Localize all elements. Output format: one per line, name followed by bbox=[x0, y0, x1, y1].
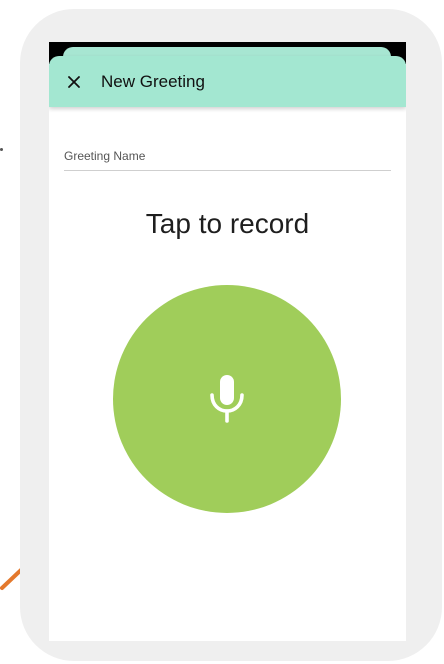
phone-screen: New Greeting Tap to record bbox=[49, 42, 406, 641]
close-icon[interactable] bbox=[49, 56, 99, 107]
greeting-name-input[interactable] bbox=[64, 142, 391, 171]
greeting-name-field bbox=[64, 142, 391, 172]
background-dot bbox=[0, 148, 3, 151]
page-title: New Greeting bbox=[101, 71, 205, 91]
microphone-icon bbox=[210, 375, 244, 423]
app-bar: New Greeting bbox=[49, 56, 406, 107]
record-prompt: Tap to record bbox=[145, 208, 310, 239]
stage: New Greeting Tap to record bbox=[0, 0, 444, 664]
record-button[interactable] bbox=[113, 285, 341, 513]
